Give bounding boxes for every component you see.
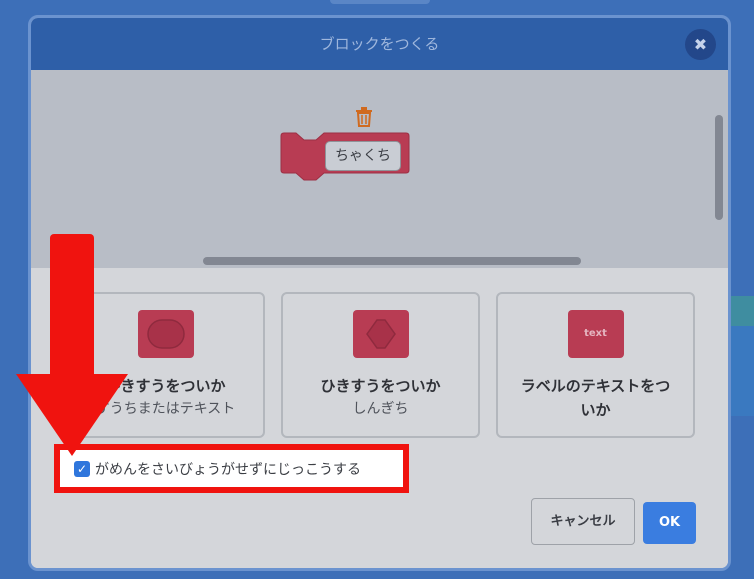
add-label-text-option[interactable]: text ラベルのテキストをつ いか	[496, 292, 695, 438]
close-button[interactable]: ✖	[685, 29, 716, 60]
trash-icon[interactable]	[355, 107, 373, 127]
option-subtitle: しんぎち	[352, 401, 409, 417]
run-without-refresh-label[interactable]: がめんをさいびょうがせずにじっこうする	[95, 459, 361, 479]
round-slot-icon	[137, 310, 194, 358]
label-text-icon: text	[567, 310, 624, 358]
dialog-header: ブロックをつくる ✖	[31, 18, 728, 70]
dialog-title: ブロックをつくる	[319, 35, 440, 53]
add-input-boolean-option[interactable]: ひきすうをついか しんぎち	[281, 292, 480, 438]
block-name-input[interactable]: ちゃくち	[325, 141, 401, 171]
horizontal-scrollbar[interactable]	[203, 257, 581, 265]
options-area: ひきすうをついか すうちまたはテキスト ひきすうをついか しんぎち text ラ…	[31, 268, 728, 568]
option-title: ラベルのテキストをつ いか	[520, 377, 671, 419]
red-arrow-annotation	[16, 234, 128, 456]
cancel-button[interactable]: キャンセル	[531, 498, 635, 545]
ok-button[interactable]: OK	[643, 502, 696, 544]
option-title: ひきすうをついか	[320, 377, 441, 395]
block-workspace[interactable]: ちゃくち	[31, 70, 728, 268]
label-icon-text: text	[584, 328, 607, 339]
close-icon: ✖	[693, 35, 708, 54]
vertical-scrollbar[interactable]	[715, 115, 723, 220]
background-handle	[330, 0, 430, 4]
hexagon-slot-icon	[352, 310, 409, 358]
make-block-dialog: ブロックをつくる ✖ ちゃくち ひきすうをついか すうちまたはテキスト ひきすう…	[28, 15, 731, 571]
